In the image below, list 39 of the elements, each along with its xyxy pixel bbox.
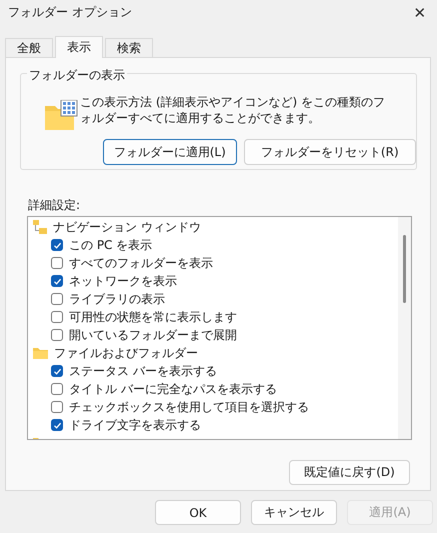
setting-item[interactable]: ドライブ文字を表示する — [28, 416, 398, 434]
setting-item[interactable]: 開いているフォルダーまで展開 — [28, 326, 398, 344]
dialog-button[interactable]: OK — [155, 500, 241, 525]
setting-item[interactable]: タイトル バーに完全なパスを表示する — [28, 380, 398, 398]
checkbox[interactable] — [51, 329, 63, 341]
window-title: フォルダー オプション — [8, 4, 132, 21]
setting-item[interactable]: ネットワークを表示 — [28, 272, 398, 290]
advanced-settings-label: 詳細設定: — [28, 199, 82, 212]
setting-item[interactable]: すべてのフォルダーを表示 — [28, 254, 398, 272]
category-label: ナビゲーション ウィンドウ — [53, 218, 201, 236]
folder-icon — [33, 347, 48, 359]
tab[interactable]: 全般 — [5, 38, 53, 57]
close-button[interactable]: ✕ — [405, 0, 435, 25]
description-text: この表示方法 (詳細表示やアイコンなど) をこの種類のフォルダーすべてに適用することができます。 — [80, 94, 386, 126]
checkbox[interactable] — [51, 257, 63, 269]
folder-tree-icon — [33, 220, 47, 234]
folder-button[interactable]: フォルダーをリセット(R) — [244, 139, 416, 165]
scrollbar[interactable] — [398, 217, 411, 439]
checkbox[interactable] — [51, 419, 63, 431]
restore-defaults-button[interactable]: 既定値に戻す(D) — [289, 460, 410, 485]
folder-grid-icon — [45, 100, 79, 130]
group-title: フォルダーの表示 — [27, 67, 127, 84]
tab[interactable]: 表示 — [55, 36, 103, 58]
category-label: ファイルおよびフォルダー — [54, 344, 198, 362]
checkbox[interactable] — [51, 239, 63, 251]
setting-item[interactable]: チェックボックスを使用して項目を選択する — [28, 398, 398, 416]
checkbox[interactable] — [51, 293, 63, 305]
checkbox[interactable] — [51, 311, 63, 323]
tab[interactable]: 検索 — [105, 38, 153, 57]
checkbox[interactable] — [51, 275, 63, 287]
setting-item[interactable]: 可用性の状態を常に表示します — [28, 308, 398, 326]
setting-item[interactable]: ステータス バーを表示する — [28, 362, 398, 380]
dialog-button[interactable]: キャンセル — [251, 500, 337, 525]
folder-button[interactable]: フォルダーに適用(L) — [103, 139, 237, 165]
checkbox[interactable] — [51, 365, 63, 377]
setting-item[interactable]: ライブラリの表示 — [28, 290, 398, 308]
setting-item[interactable]: この PC を表示 — [28, 236, 398, 254]
checkbox[interactable] — [51, 383, 63, 395]
checkbox[interactable] — [51, 401, 63, 413]
